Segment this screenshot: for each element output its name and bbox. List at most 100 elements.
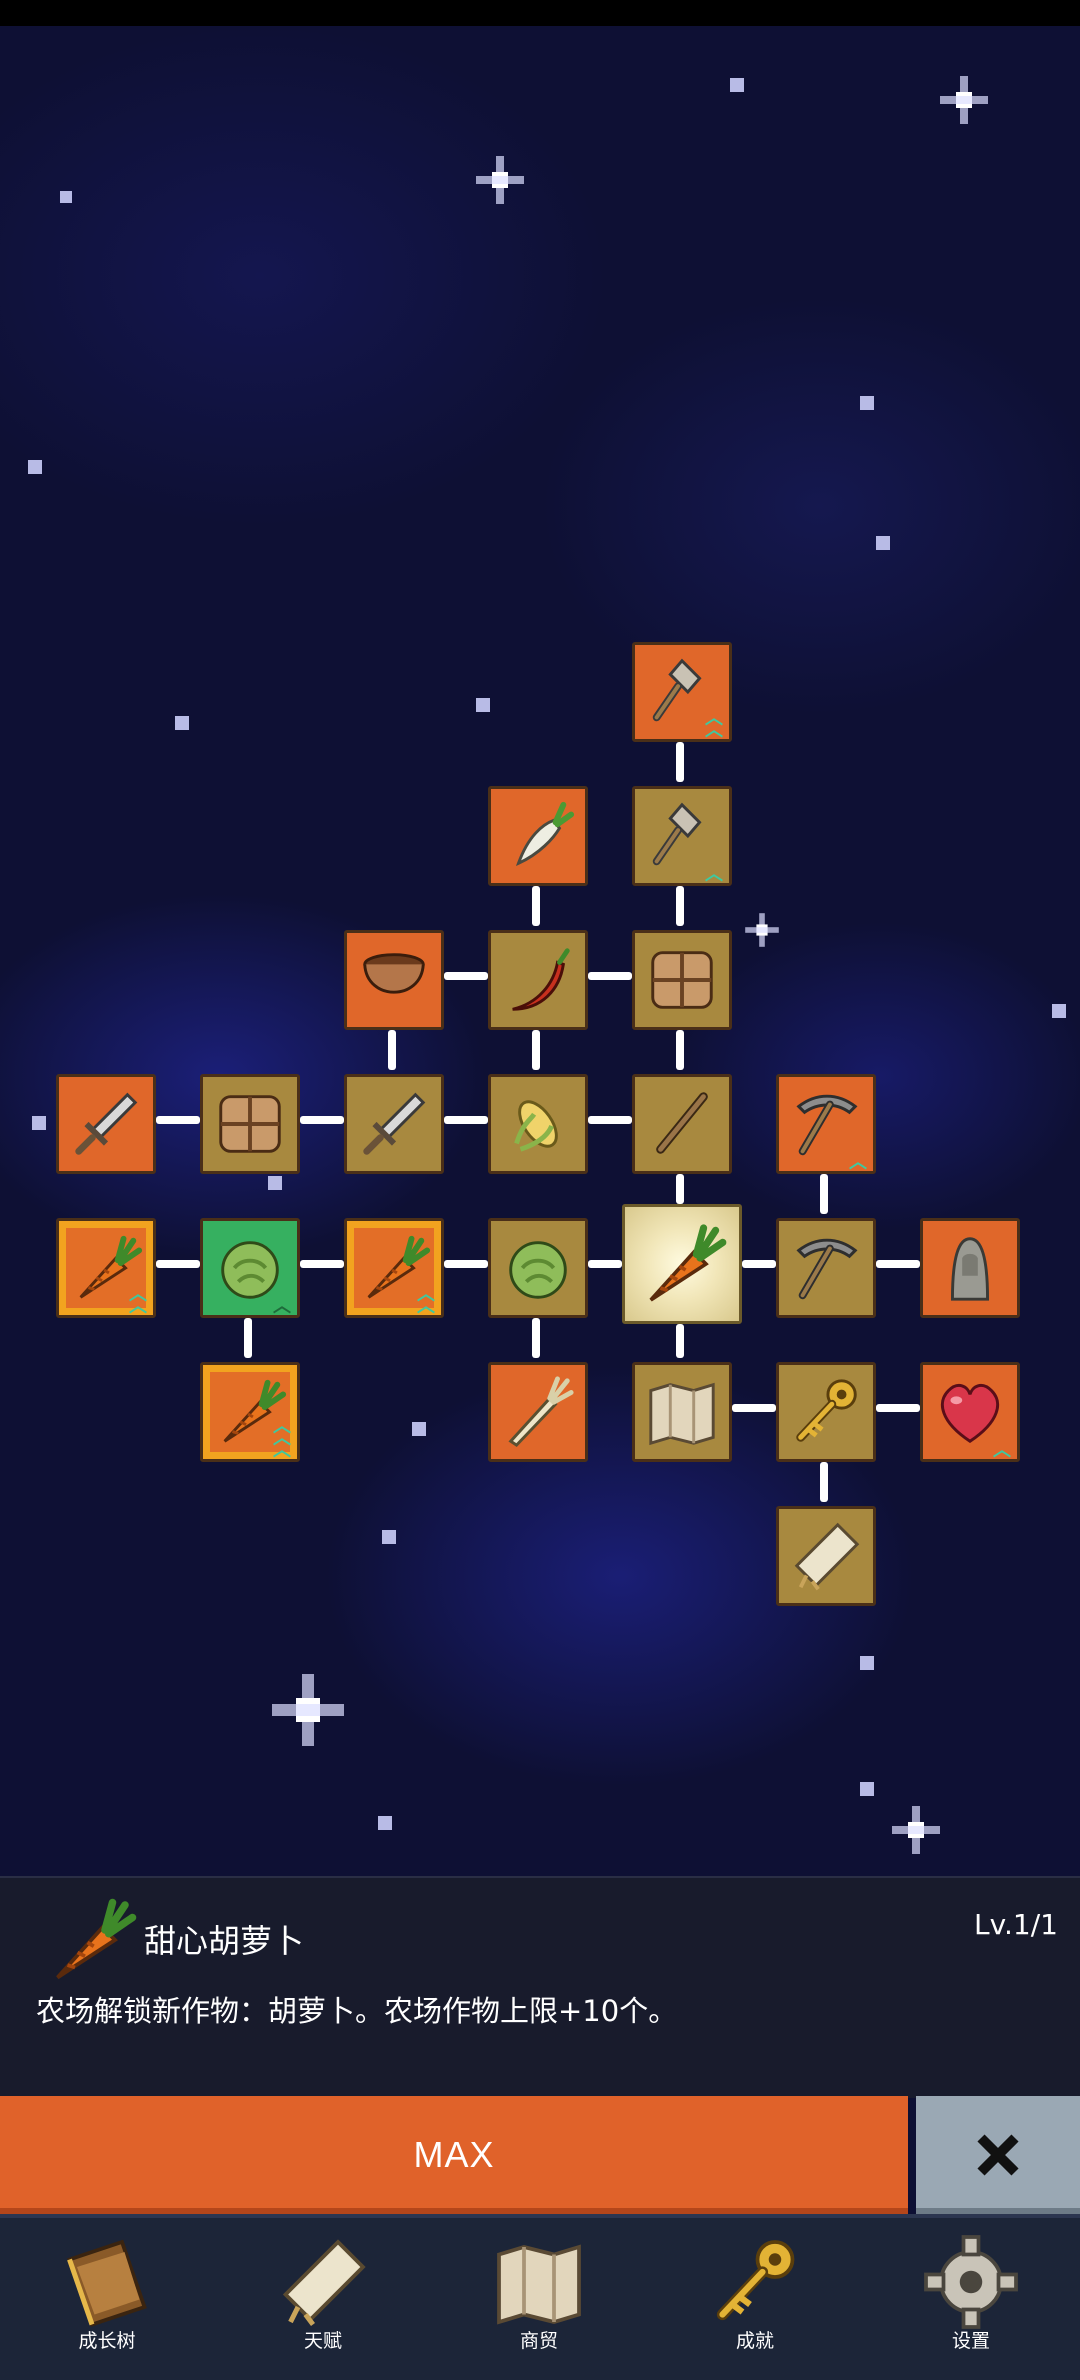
- cabbage-icon: [499, 1229, 577, 1307]
- carrot-icon: [634, 1216, 730, 1312]
- gear-icon: [921, 2232, 1021, 2332]
- upgrade-arrow-icon: ︿: [849, 1152, 867, 1173]
- connector: [588, 972, 632, 980]
- connector: [156, 1260, 200, 1268]
- connector: [300, 1116, 344, 1124]
- status-bar: [0, 0, 1080, 26]
- skill-node-key[interactable]: [776, 1362, 876, 1462]
- skill-node-cabbage[interactable]: [488, 1218, 588, 1318]
- connector: [676, 1324, 684, 1358]
- connector: [532, 886, 540, 926]
- map-icon: [643, 1373, 721, 1451]
- skill-node-pickaxe[interactable]: [776, 1218, 876, 1318]
- carrot-icon: [40, 1890, 140, 1990]
- nav-label: 设置: [951, 2330, 990, 2352]
- connector: [676, 886, 684, 926]
- max-button[interactable]: MAX: [0, 2096, 908, 2214]
- skill-node-scroll[interactable]: [776, 1506, 876, 1606]
- crate-icon: [643, 941, 721, 1019]
- nav-item-growth-tree[interactable]: 成长树: [27, 2224, 187, 2374]
- connector: [676, 1174, 684, 1204]
- nav-item-trade[interactable]: 商贸: [459, 2224, 619, 2374]
- skill-tree: ︿ ︿ ︿ ︿ ︿ ︿ ︿ ︿ ︿ ︿ ︿ ︿ ︿: [0, 26, 1080, 1876]
- map-icon: [489, 2232, 589, 2332]
- sword-icon: [67, 1085, 145, 1163]
- skill-description: 农场解锁新作物：胡萝卜。农场作物上限+10个。: [36, 1994, 678, 2028]
- skill-node-sword[interactable]: [56, 1074, 156, 1174]
- skill-node-heart[interactable]: ︿: [920, 1362, 1020, 1462]
- connector: [742, 1260, 776, 1268]
- connector: [676, 742, 684, 782]
- crate-icon: [211, 1085, 289, 1163]
- connector: [876, 1260, 920, 1268]
- pot-icon: [355, 941, 433, 1019]
- skill-node-sweet-carrot-selected[interactable]: [622, 1204, 742, 1324]
- nav-item-talent[interactable]: 天赋: [243, 2224, 403, 2374]
- connector: [244, 1318, 252, 1358]
- connector: [444, 972, 488, 980]
- leek-icon: [499, 1373, 577, 1451]
- skill-node-pickaxe[interactable]: ︿: [776, 1074, 876, 1174]
- upgrade-arrows-icon: ︿ ︿ ︿: [273, 1416, 291, 1461]
- skill-node-carrot[interactable]: ︿ ︿ ︿: [200, 1362, 300, 1462]
- bottom-nav: 成长树 天赋 商贸 成就 设置: [0, 2214, 1080, 2380]
- skill-title: 甜心胡萝卜: [144, 1922, 305, 1960]
- statue-icon: [931, 1229, 1009, 1307]
- connector: [588, 1116, 632, 1124]
- upgrade-arrow-icon: ︿: [705, 864, 723, 885]
- skill-node-corn[interactable]: [488, 1074, 588, 1174]
- corn-icon: [499, 1085, 577, 1163]
- upgrade-arrows-icon: ︿ ︿: [417, 1284, 435, 1317]
- connector: [444, 1260, 488, 1268]
- skill-level: Lv.1/1: [974, 1908, 1058, 1941]
- skill-node-carrot[interactable]: ︿ ︿: [56, 1218, 156, 1318]
- connector: [156, 1116, 200, 1124]
- connector: [876, 1404, 920, 1412]
- radish-icon: [499, 797, 577, 875]
- connector: [444, 1116, 488, 1124]
- skill-node-carrot[interactable]: ︿ ︿: [344, 1218, 444, 1318]
- skill-node-stick[interactable]: [632, 1074, 732, 1174]
- key-icon: [787, 1373, 865, 1451]
- connector: [732, 1404, 776, 1412]
- skill-node-sword[interactable]: [344, 1074, 444, 1174]
- book-icon: [57, 2232, 157, 2332]
- connector: [532, 1318, 540, 1358]
- upgrade-arrows-icon: ︿ ︿: [129, 1284, 147, 1317]
- connector: [676, 1030, 684, 1070]
- skill-node-crate[interactable]: [632, 930, 732, 1030]
- upgrade-arrows-icon: ︿ ︿: [705, 708, 723, 741]
- sword-icon: [355, 1085, 433, 1163]
- upgrade-arrow-icon: ︿: [993, 1440, 1011, 1461]
- scroll-icon: [787, 1517, 865, 1595]
- skill-node-cabbage[interactable]: ︿: [200, 1218, 300, 1318]
- pickaxe-icon: [787, 1229, 865, 1307]
- skill-node-map[interactable]: [632, 1362, 732, 1462]
- skill-node-pot[interactable]: [344, 930, 444, 1030]
- skill-node-radish[interactable]: [488, 786, 588, 886]
- nav-label: 成长树: [78, 2330, 136, 2352]
- scroll-icon: [273, 2232, 373, 2332]
- connector: [388, 1030, 396, 1070]
- skill-node-statue[interactable]: [920, 1218, 1020, 1318]
- skill-node-crate[interactable]: [200, 1074, 300, 1174]
- skill-node-shovel[interactable]: ︿ ︿: [632, 642, 732, 742]
- connector: [820, 1174, 828, 1214]
- close-button[interactable]: [916, 2096, 1080, 2214]
- connector: [820, 1462, 828, 1502]
- nav-item-settings[interactable]: 设置: [891, 2224, 1051, 2374]
- skill-tree-viewport[interactable]: ︿ ︿ ︿ ︿ ︿ ︿ ︿ ︿ ︿ ︿ ︿ ︿ ︿: [0, 26, 1080, 1876]
- nav-label: 成就: [735, 2330, 774, 2352]
- skill-node-chili[interactable]: [488, 930, 588, 1030]
- nav-item-achievements[interactable]: 成就: [675, 2224, 835, 2374]
- upgrade-arrow-icon: ︿: [273, 1296, 291, 1317]
- stick-icon: [643, 1085, 721, 1163]
- nav-label: 商贸: [519, 2330, 558, 2352]
- close-icon: [977, 2134, 1019, 2176]
- nav-label: 天赋: [303, 2330, 342, 2352]
- connector: [532, 1030, 540, 1070]
- skill-node-leek[interactable]: [488, 1362, 588, 1462]
- chili-icon: [499, 941, 577, 1019]
- connector: [588, 1260, 622, 1268]
- skill-node-shovel[interactable]: ︿: [632, 786, 732, 886]
